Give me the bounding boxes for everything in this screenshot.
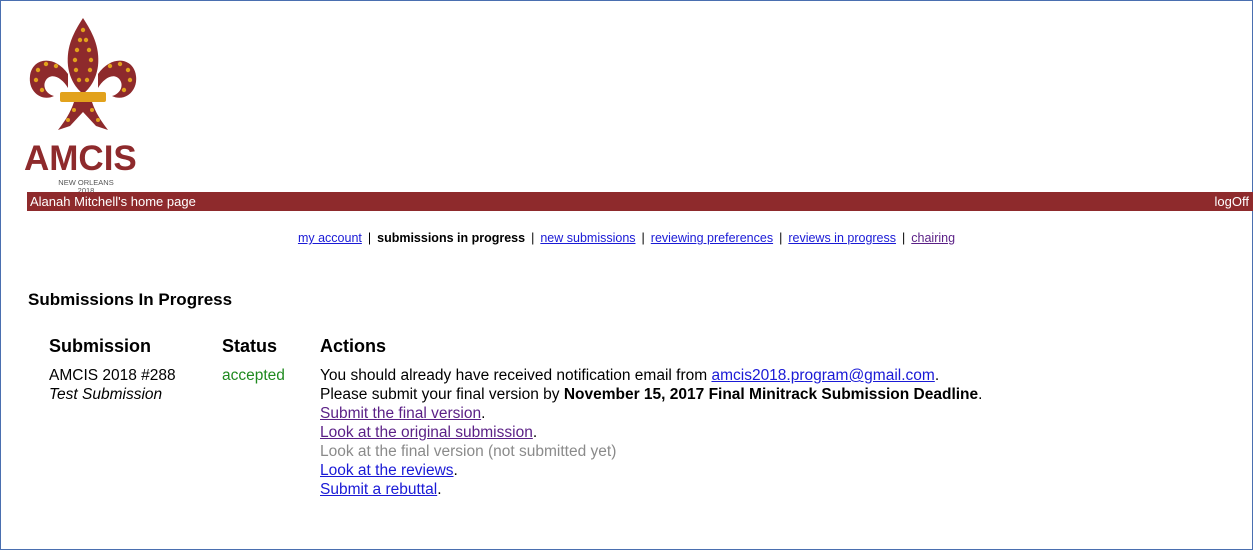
nav-separator: |	[779, 231, 783, 245]
logo-wordmark: AMCIS	[24, 139, 137, 178]
submission-id: AMCIS 2018 #288	[49, 367, 176, 384]
action-submit-rebuttal: Submit a rebuttal.	[320, 480, 1220, 499]
actions-cell: You should already have received notific…	[320, 366, 1220, 499]
look-at-reviews-link[interactable]: Look at the reviews	[320, 462, 454, 479]
submission-cell: AMCIS 2018 #288 Test Submission	[49, 366, 176, 404]
submission-title: Test Submission	[49, 386, 163, 403]
period: .	[437, 481, 442, 498]
home-page-title: Alanah Mitchell's home page	[30, 194, 196, 209]
look-original-submission-link[interactable]: Look at the original submission	[320, 424, 533, 441]
deadline-date: November 15, 2017 Final Minitrack Submis…	[563, 386, 979, 403]
nav-separator: |	[902, 231, 906, 245]
period: .	[453, 462, 458, 479]
status-badge: accepted	[222, 367, 285, 384]
nav-reviewing-preferences[interactable]: reviewing preferences	[651, 231, 773, 245]
notification-text: You should already have received notific…	[320, 367, 712, 384]
nav-separator: |	[641, 231, 645, 245]
column-header-status: Status	[222, 336, 278, 356]
submit-rebuttal-link[interactable]: Submit a rebuttal	[320, 481, 437, 498]
column-header-submission: Submission	[49, 336, 152, 356]
notification-suffix: .	[934, 367, 940, 384]
column-header-actions: Actions	[320, 336, 387, 356]
action-submit-final: Submit the final version.	[320, 404, 1220, 423]
nav-chairing[interactable]: chairing	[911, 231, 955, 245]
nav-separator: |	[531, 231, 535, 245]
deadline-suffix: .	[978, 386, 983, 403]
deadline-line: Please submit your final version by Nove…	[320, 385, 1220, 404]
action-look-original: Look at the original submission.	[320, 423, 1220, 442]
header-bar: Alanah Mitchell's home page logOff	[27, 192, 1253, 211]
nav-new-submissions[interactable]: new submissions	[540, 231, 635, 245]
section-title: Submissions In Progress	[28, 290, 233, 309]
submit-final-version-link[interactable]: Submit the final version	[320, 405, 481, 422]
period: .	[532, 424, 538, 441]
deadline-text: Please submit your final version by	[320, 386, 564, 403]
look-final-version-disabled: Look at the final version (not submitted…	[320, 443, 617, 460]
nav-separator: |	[367, 231, 372, 245]
action-look-reviews: Look at the reviews.	[320, 461, 1220, 480]
logoff-link[interactable]: logOff	[1215, 192, 1249, 211]
amcis-logo: AMCIS NEW ORLEANS 2018	[24, 14, 142, 195]
notification-line: You should already have received notific…	[320, 366, 1220, 385]
program-email-link[interactable]: amcis2018.program@gmail.com	[711, 367, 934, 384]
nav-submissions-in-progress: submissions in progress	[377, 231, 526, 245]
period: .	[481, 405, 486, 422]
nav-my-account[interactable]: my account	[298, 231, 362, 245]
nav-reviews-in-progress[interactable]: reviews in progress	[788, 231, 896, 245]
fleur-de-lis-icon	[29, 18, 137, 130]
top-nav: my account | submissions in progress | new s…	[0, 231, 1253, 245]
